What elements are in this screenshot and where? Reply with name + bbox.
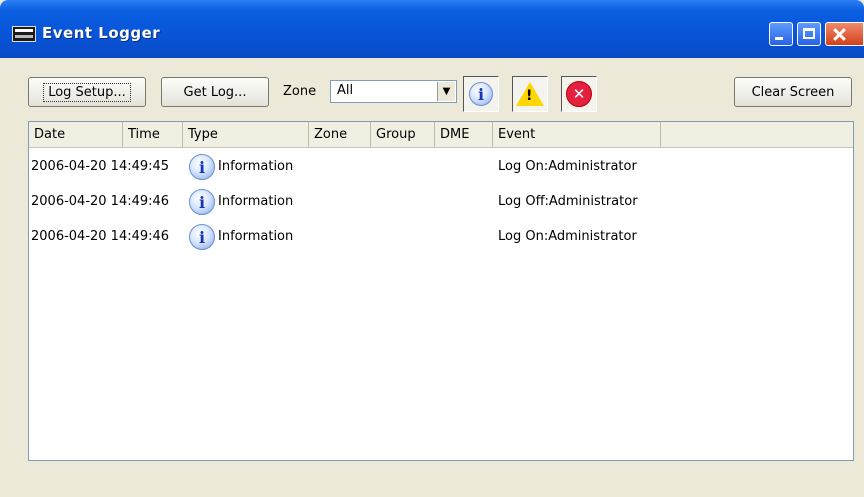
- clear-screen-label: Clear Screen: [751, 84, 835, 100]
- column-header-group[interactable]: Group: [371, 122, 435, 147]
- info-icon: i: [189, 189, 215, 215]
- status-area: [0, 470, 864, 497]
- info-icon: i: [189, 224, 215, 250]
- column-header-dme[interactable]: DME: [435, 122, 493, 147]
- close-button[interactable]: [825, 22, 864, 46]
- log-setup-label: Log Setup...: [43, 82, 131, 102]
- row-event: Log On:Administrator: [498, 229, 637, 244]
- column-header-zone[interactable]: Zone: [309, 122, 371, 147]
- info-icon: i: [189, 154, 215, 180]
- title-bar[interactable]: Event Logger: [0, 0, 864, 58]
- row-type: Information: [218, 194, 294, 209]
- zone-select-value: All: [337, 83, 354, 98]
- event-logger-window: Event Logger Log Setup... Get Log... Zon…: [0, 0, 864, 497]
- column-header-event[interactable]: Event: [493, 122, 661, 147]
- get-log-button[interactable]: Get Log...: [161, 77, 269, 107]
- window-title: Event Logger: [42, 24, 161, 42]
- row-event: Log On:Administrator: [498, 159, 637, 174]
- get-log-label: Get Log...: [183, 84, 247, 100]
- error-icon: ✕: [566, 81, 592, 107]
- chevron-down-icon[interactable]: ▼: [437, 82, 455, 101]
- row-datetime: 2006-04-20 14:49:45: [31, 159, 170, 174]
- row-type: Information: [218, 229, 294, 244]
- filter-error-button[interactable]: ✕: [561, 76, 597, 112]
- row-type: Information: [218, 159, 294, 174]
- warning-icon: !: [516, 82, 544, 106]
- column-header-time[interactable]: Time: [123, 122, 183, 147]
- event-log-list[interactable]: Date Time Type Zone Group DME Event 2006…: [28, 121, 854, 461]
- list-header: Date Time Type Zone Group DME Event: [29, 122, 853, 148]
- row-event: Log Off:Administrator: [498, 194, 638, 209]
- table-row[interactable]: 2006-04-20 14:49:45 i Information Log On…: [29, 150, 853, 184]
- row-datetime: 2006-04-20 14:49:46: [31, 194, 170, 209]
- dme-icon[interactable]: [12, 26, 36, 42]
- clear-screen-button[interactable]: Clear Screen: [734, 77, 852, 107]
- zone-label: Zone: [283, 84, 317, 99]
- row-datetime: 2006-04-20 14:49:46: [31, 229, 170, 244]
- table-row[interactable]: 2006-04-20 14:49:46 i Information Log Of…: [29, 185, 853, 219]
- minimize-button[interactable]: [769, 22, 793, 46]
- maximize-button[interactable]: [797, 22, 821, 46]
- log-setup-button[interactable]: Log Setup...: [28, 77, 146, 107]
- column-header-date[interactable]: Date: [29, 122, 123, 147]
- zone-select[interactable]: All ▼: [330, 80, 457, 103]
- column-header-type[interactable]: Type: [183, 122, 309, 147]
- filter-information-button[interactable]: i: [463, 76, 499, 112]
- table-row[interactable]: 2006-04-20 14:49:46 i Information Log On…: [29, 220, 853, 254]
- info-icon: i: [469, 82, 493, 106]
- filter-warning-button[interactable]: !: [512, 76, 548, 112]
